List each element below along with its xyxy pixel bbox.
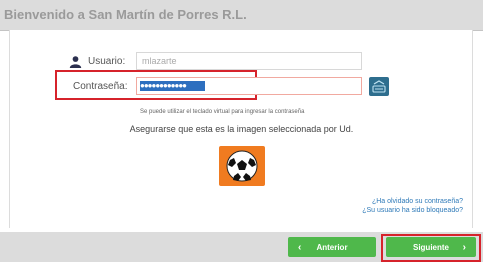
user-icon <box>69 56 82 68</box>
password-input[interactable]: ●●●●●●●●●●●● <box>136 77 362 95</box>
password-mask: ●●●●●●●●●●●● <box>140 81 205 91</box>
window-titlebar: Bienvenido a San Martín de Porres R.L. <box>0 0 483 31</box>
security-image-instruction: Asegurarse que esta es la imagen selecci… <box>129 124 354 134</box>
forgot-password-link[interactable]: ¿Ha olvidado su contraseña? <box>362 197 463 206</box>
help-links: ¿Ha olvidado su contraseña? ¿Su usuario … <box>362 197 463 215</box>
virtual-keyboard-button[interactable] <box>369 77 389 96</box>
window-title: Bienvenido a San Martín de Porres R.L. <box>4 7 247 22</box>
username-input[interactable] <box>136 52 362 70</box>
virtual-keyboard-icon <box>372 80 386 93</box>
soccer-ball-icon <box>226 150 258 182</box>
previous-button-label: Anterior <box>316 242 348 252</box>
security-image-tile <box>219 146 265 186</box>
keyboard-hint: Se puede utilizar el teclado virtual par… <box>140 109 305 115</box>
previous-button[interactable]: ‹ Anterior <box>288 237 376 257</box>
password-label: Contraseña: <box>73 81 128 92</box>
chevron-left-icon: ‹ <box>298 241 302 253</box>
user-blocked-link[interactable]: ¿Su usuario ha sido bloqueado? <box>362 206 463 215</box>
user-label: Usuario: <box>88 56 126 67</box>
next-button-highlight <box>381 234 481 262</box>
